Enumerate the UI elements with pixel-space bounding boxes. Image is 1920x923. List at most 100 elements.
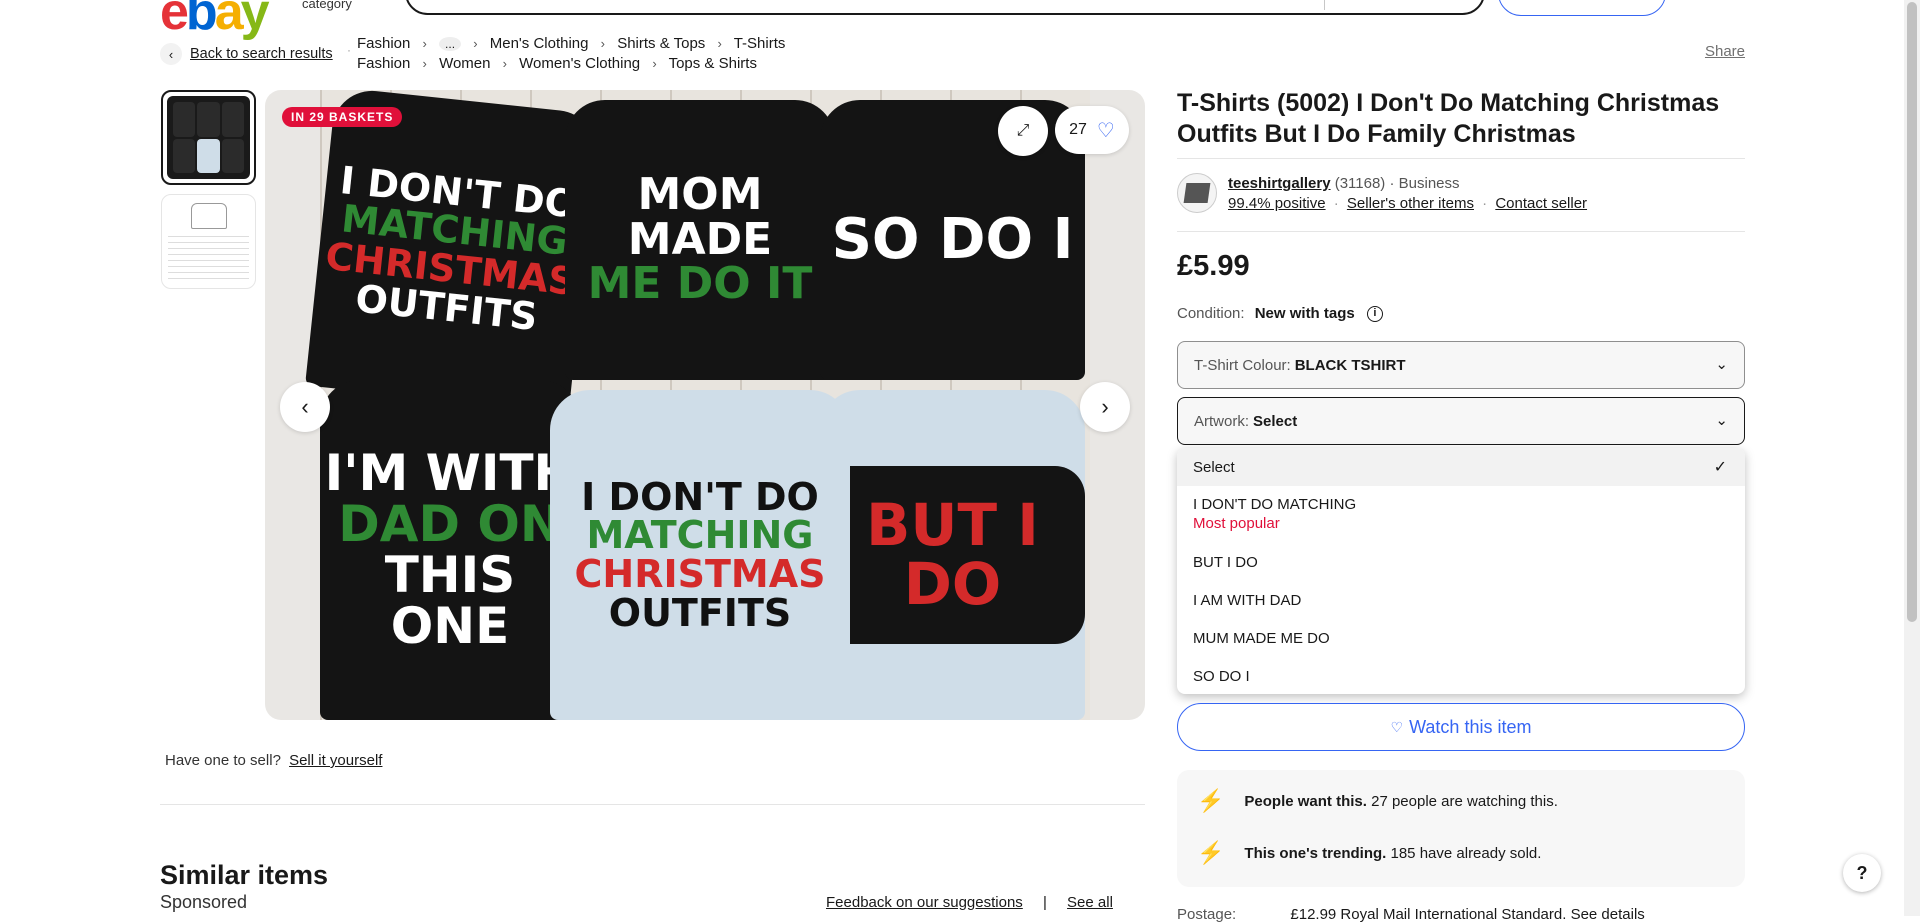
signal-1-bold: People want this.	[1244, 792, 1367, 810]
artwork-option-so-do-i[interactable]: SO DO I	[1177, 668, 1745, 685]
artwork-option-with-dad[interactable]: I AM WITH DAD	[1177, 592, 1745, 609]
logo-letter-a: a	[214, 0, 244, 41]
shirt-matching-outfits: I DON'T DO MATCHING CHRISTMAS OUTFITS	[305, 90, 600, 414]
chevron-right-icon: ›	[600, 36, 606, 51]
positive-feedback-link[interactable]: 99.4% positive	[1228, 195, 1326, 212]
postage-row: Postage: £12.99 Royal Mail International…	[1177, 906, 1645, 923]
feedback-link[interactable]: Feedback on our suggestions	[826, 894, 1023, 911]
breadcrumb-mens-clothing[interactable]: Men's Clothing	[490, 35, 589, 52]
colour-select[interactable]: T-Shirt Colour: BLACK TSHIRT ⌄	[1177, 341, 1745, 389]
chevron-down-icon: ⌄	[1715, 356, 1728, 373]
breadcrumb-tops-shirts[interactable]: Tops & Shirts	[669, 55, 757, 72]
separator	[1177, 231, 1745, 232]
seller-name-link[interactable]: teeshirtgallery	[1228, 175, 1331, 192]
artwork-dropdown-menu: Select ✓ I DON'T DO MATCHING Most popular …	[1177, 448, 1745, 694]
breadcrumb-dot: ·	[347, 43, 351, 57]
breadcrumb-row-2: Fashion › Women › Women's Clothing › Top…	[357, 55, 757, 72]
artwork-select[interactable]: Artwork: Select ⌄	[1177, 397, 1745, 445]
info-icon[interactable]: i	[1366, 306, 1383, 323]
chevron-right-icon: ›	[1101, 394, 1109, 419]
back-label: Back to search results	[190, 46, 333, 62]
chevron-right-icon: ›	[422, 36, 427, 51]
shirt-but-i-do: BUT I DO	[820, 390, 1085, 720]
similar-links: Feedback on our suggestions | See all	[826, 894, 1113, 911]
colour-value: BLACK TSHIRT	[1294, 356, 1406, 374]
similar-items-title: Similar items	[160, 860, 329, 890]
next-image-button[interactable]: ›	[1080, 382, 1130, 432]
ebay-logo[interactable]: ebay	[160, 0, 270, 41]
artwork-value: Select	[1253, 412, 1298, 430]
most-popular-label: Most popular	[1193, 515, 1280, 532]
breadcrumb-t-shirts[interactable]: T-Shirts	[734, 35, 786, 52]
shirt-mom-made-me: MOM MADE ME DO IT	[565, 100, 835, 380]
condition-label: Condition:	[1177, 305, 1245, 322]
heart-icon: ♡	[1390, 718, 1404, 735]
chevron-right-icon: ›	[717, 36, 722, 51]
size-chart-shirt-icon	[190, 203, 227, 229]
chevron-left-icon: ‹	[301, 394, 309, 419]
search-divider	[1324, 0, 1325, 10]
chevron-down-icon: ⌄	[1715, 412, 1728, 429]
scrollbar-thumb[interactable]	[1907, 2, 1917, 622]
breadcrumb-fashion[interactable]: Fashion	[357, 35, 410, 52]
artwork-option-but-i-do[interactable]: BUT I DO	[1177, 554, 1745, 571]
watch-count-button[interactable]: 27 ♡	[1055, 106, 1129, 154]
sponsored-label: Sponsored	[160, 892, 248, 912]
condition: Condition: New with tags i	[1177, 305, 1383, 323]
sell-it-yourself-link[interactable]: Sell it yourself	[289, 752, 382, 769]
signal-2-text: 185 have already sold.	[1390, 844, 1542, 862]
thumbnail-1[interactable]	[161, 90, 256, 185]
shop-by-category-button[interactable]: category	[302, 0, 352, 11]
artwork-option-mum-made-me[interactable]: MUM MADE ME DO	[1177, 630, 1745, 647]
share-link[interactable]: Share	[1705, 43, 1745, 60]
artwork-option-dont-do-matching[interactable]: I DON'T DO MATCHING Most popular	[1177, 496, 1745, 532]
seller-feedback-count: (31168)	[1334, 175, 1386, 192]
link-divider: |	[1042, 894, 1047, 911]
item-title: T-Shirts (5002) I Don't Do Matching Chri…	[1177, 89, 1720, 148]
breadcrumb-women[interactable]: Women	[439, 55, 490, 72]
logo-letter-y: y	[240, 0, 270, 41]
watch-this-item-button[interactable]: ♡ Watch this item	[1177, 703, 1745, 751]
breadcrumb-more-button[interactable]: ...	[439, 37, 462, 51]
back-to-search-results[interactable]: ‹ Back to search results	[160, 43, 333, 65]
thumbnail-2[interactable]	[161, 194, 256, 289]
expand-icon: ⤢	[1016, 122, 1030, 139]
heart-icon: ♡	[1096, 119, 1115, 142]
search-button[interactable]	[1498, 0, 1666, 16]
sell-prompt: Have one to sell? Sell it yourself	[165, 752, 382, 769]
chevron-right-icon: ›	[652, 56, 657, 71]
see-all-link[interactable]: See all	[1067, 894, 1113, 911]
contact-seller-link[interactable]: Contact seller	[1495, 195, 1587, 212]
previous-image-button[interactable]: ‹	[280, 382, 330, 432]
seller-avatar[interactable]	[1177, 173, 1217, 213]
expand-image-button[interactable]: ⤢	[998, 106, 1048, 156]
signal-1-text: 27 people are watching this.	[1371, 792, 1558, 810]
sell-prompt-text: Have one to sell?	[165, 752, 281, 769]
logo-letter-b: b	[185, 0, 218, 41]
shirt-with-dad: I'M WITH DAD ON THIS ONE	[320, 380, 580, 720]
scrollbar[interactable]	[1904, 0, 1920, 916]
chevron-left-icon: ‹	[160, 43, 182, 65]
breadcrumb-fashion-2[interactable]: Fashion	[357, 55, 410, 72]
item-price: £5.99	[1177, 250, 1250, 282]
sellers-other-items-link[interactable]: Seller's other items	[1347, 195, 1474, 212]
question-icon: ?	[1856, 862, 1868, 883]
in-baskets-badge: IN 29 BASKETS	[282, 107, 403, 127]
condition-value: New with tags	[1254, 305, 1355, 322]
help-button[interactable]: ?	[1843, 854, 1881, 892]
artwork-option-select[interactable]: Select ✓	[1177, 448, 1745, 486]
search-input[interactable]	[405, 0, 1485, 15]
chevron-right-icon: ›	[502, 56, 507, 71]
divider	[160, 804, 1145, 805]
separator	[1177, 158, 1745, 159]
postage-text: £12.99 Royal Mail International Standard…	[1290, 906, 1645, 923]
artwork-label: Artwork:	[1194, 412, 1250, 430]
main-product-image[interactable]: I DON'T DO MATCHING CHRISTMAS OUTFITS MOM M…	[265, 90, 1145, 720]
postage-label: Postage:	[1177, 906, 1237, 923]
breadcrumb-womens-clothing[interactable]: Women's Clothing	[519, 55, 640, 72]
watch-count: 27	[1069, 121, 1087, 138]
chevron-right-icon: ›	[473, 36, 478, 51]
lightning-icon: ⚡	[1197, 788, 1225, 813]
check-icon: ✓	[1713, 459, 1727, 476]
breadcrumb-shirts-tops[interactable]: Shirts & Tops	[617, 35, 705, 52]
